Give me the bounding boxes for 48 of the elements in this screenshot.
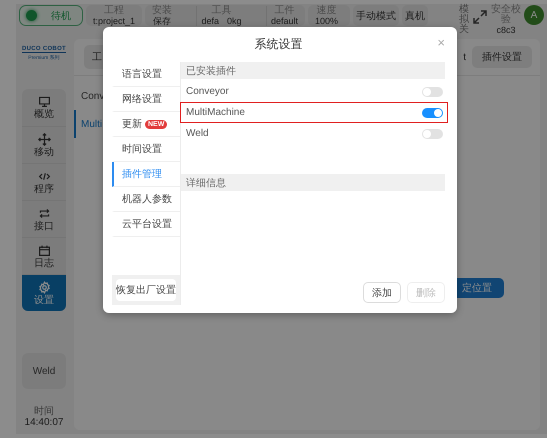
partial-text: t [463, 52, 466, 62]
status-dot [26, 10, 37, 21]
nav-item[interactable]: 概览 [22, 89, 66, 126]
nav-item[interactable]: 移动 [22, 126, 66, 163]
toggle-switch[interactable] [422, 108, 443, 118]
dialog-title: 系统设置 [254, 36, 302, 53]
move-icon [38, 132, 50, 146]
plugin-name: Weld [186, 128, 209, 139]
info-value: default [270, 16, 298, 26]
monitor-icon [38, 95, 50, 108]
clock-time: 14:40:07 [24, 417, 64, 428]
toggle-switch[interactable] [422, 86, 443, 96]
mode-button[interactable]: 真机 [402, 5, 428, 26]
time-label: 时间 [34, 407, 54, 417]
dialog-button[interactable]: 添加 [363, 282, 401, 303]
toggle-switch[interactable] [422, 128, 443, 138]
section-header: 已安装插件 [181, 62, 445, 79]
fullscreen-icon[interactable] [472, 9, 488, 25]
plugin-name: Conveyor [186, 86, 229, 97]
menu-label: 更新 [122, 118, 142, 131]
settings-menu-item[interactable]: 云平台设置 [112, 212, 180, 237]
plugin-settings-button[interactable]: 插件设置 [472, 46, 532, 68]
plugin-button[interactable]: Weld [22, 353, 66, 389]
close-button[interactable]: × [435, 35, 447, 50]
info-value: t:project_1 [93, 16, 136, 26]
info-value: 保存 [153, 16, 171, 26]
safety-label: 安全校验 [491, 5, 521, 25]
settings-menu-item[interactable]: 网络设置 [112, 87, 180, 112]
user-avatar[interactable]: A [524, 5, 544, 25]
nav-item[interactable]: 接口 [22, 200, 66, 237]
settings-menu-item[interactable]: 时间设置 [112, 137, 180, 162]
info-value: 100% [315, 16, 338, 26]
plugin-name: MultiMachine [186, 107, 245, 118]
info-value: defa [201, 16, 219, 26]
status-label: 待机 [51, 10, 71, 22]
repeat-icon [38, 206, 50, 220]
settings-icon [38, 280, 50, 294]
mode-button[interactable]: 手动模式 [353, 5, 399, 26]
nav-item[interactable]: 程序 [22, 163, 66, 200]
safety-value: c8c3 [496, 25, 516, 35]
nav-item[interactable]: 设置 [22, 274, 66, 311]
calendar-icon [38, 244, 50, 256]
info-value: 0kg [226, 16, 242, 26]
settings-menu-item[interactable]: 机器人参数 [112, 187, 180, 212]
vertical-label: 模拟关 [459, 5, 469, 35]
section-header: 详细信息 [181, 174, 445, 191]
settings-menu-item[interactable]: 语言设置 [112, 62, 180, 87]
reset-button[interactable]: 恢复出厂设置 [116, 279, 176, 301]
